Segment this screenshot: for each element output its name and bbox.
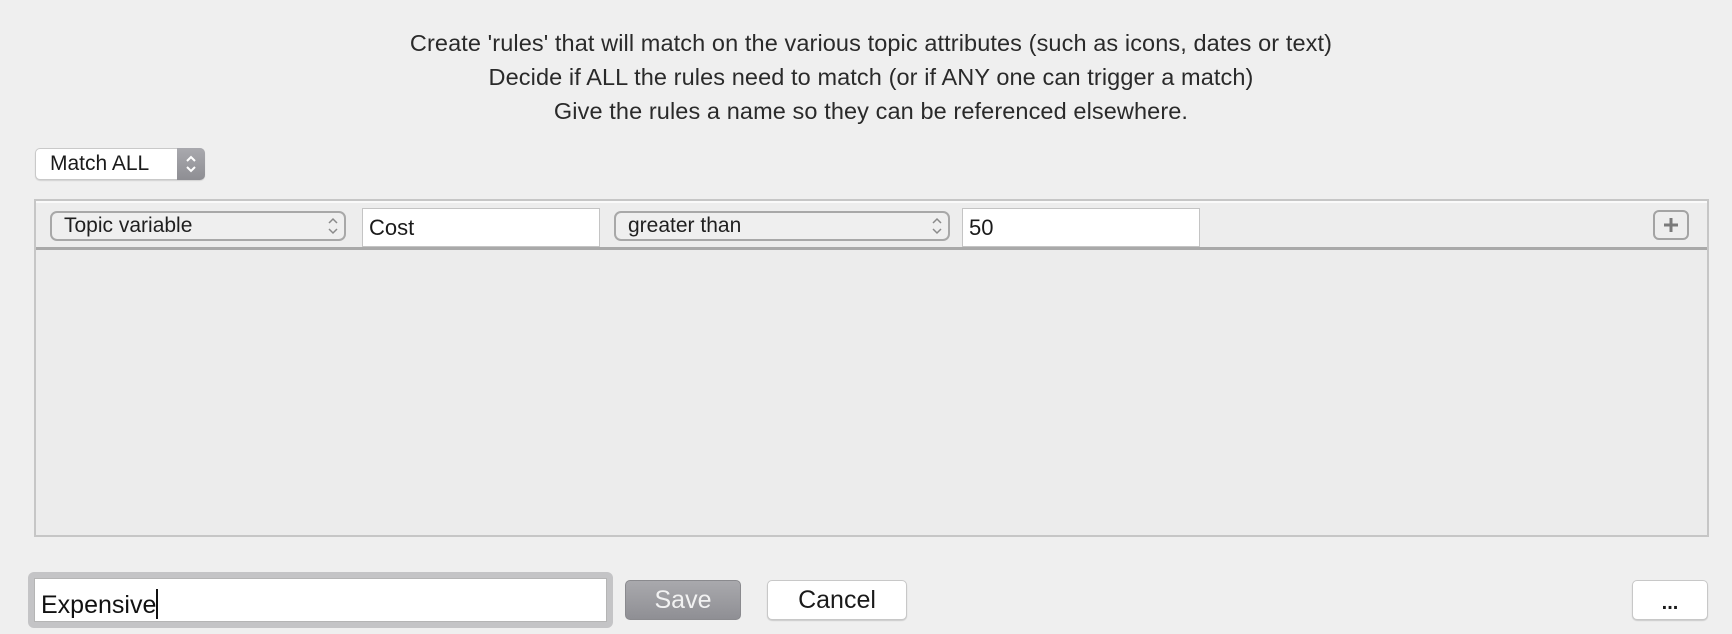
save-button[interactable]: Save xyxy=(625,580,741,620)
instruction-line-2: Decide if ALL the rules need to match (o… xyxy=(488,64,1254,90)
cancel-button[interactable]: Cancel xyxy=(767,580,907,620)
rule-name-text: Expensive xyxy=(41,591,157,619)
attribute-label: Topic variable xyxy=(64,214,193,237)
up-down-chevron-icon xyxy=(177,148,205,180)
rules-list-area xyxy=(36,250,1707,535)
rule-row: Topic variable Cost greater than 50 xyxy=(36,201,1707,250)
instruction-line-1: Create 'rules' that will match on the va… xyxy=(409,30,1333,56)
operator-label: greater than xyxy=(628,214,742,237)
match-mode-popup[interactable]: Match ALL xyxy=(35,148,205,180)
match-mode-label: Match ALL xyxy=(50,152,150,175)
operator-popup[interactable]: greater than xyxy=(614,211,950,241)
up-down-chevron-icon xyxy=(926,216,948,236)
instruction-line-3: Give the rules a name so they can be ref… xyxy=(553,98,1189,124)
rule-name-focus-ring: Expensive xyxy=(28,572,613,628)
more-options-button[interactable]: ... xyxy=(1632,580,1708,620)
instructions-text: Create 'rules' that will match on the va… xyxy=(0,26,1732,128)
plus-icon xyxy=(1664,218,1678,232)
add-rule-button[interactable] xyxy=(1653,210,1689,240)
value-input[interactable]: 50 xyxy=(962,208,1200,247)
attribute-popup[interactable]: Topic variable xyxy=(50,211,346,241)
rule-name-input[interactable]: Expensive xyxy=(34,578,607,622)
text-caret xyxy=(156,589,159,619)
rules-panel: Topic variable Cost greater than 50 xyxy=(34,199,1709,537)
up-down-chevron-icon xyxy=(322,216,344,236)
variable-name-input[interactable]: Cost xyxy=(362,208,600,247)
